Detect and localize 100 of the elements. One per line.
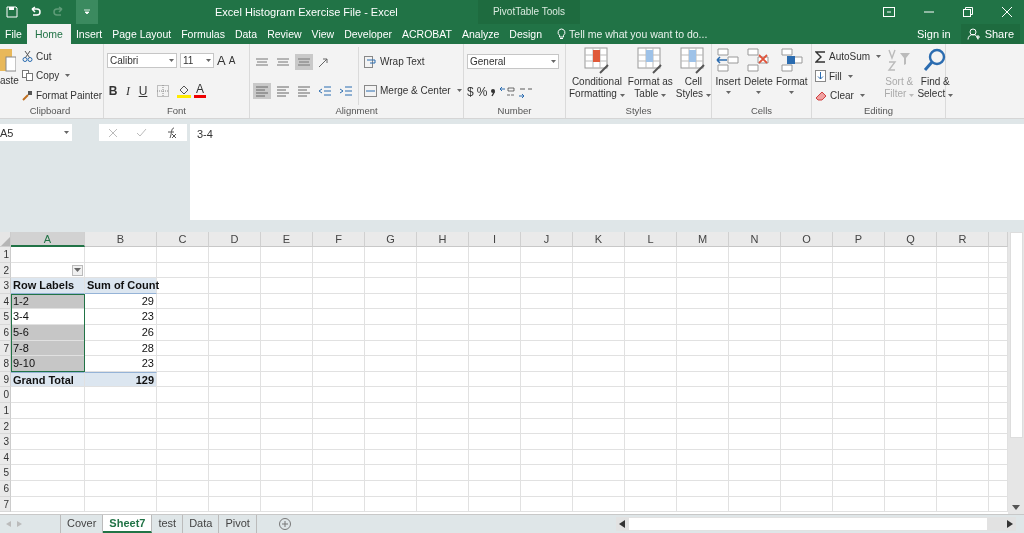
wrap-text-button[interactable]: Wrap Text xyxy=(364,55,462,68)
scroll-right-icon[interactable] xyxy=(1007,520,1013,528)
sheet-tab[interactable]: Sheet7 xyxy=(103,515,153,533)
vertical-scrollbar[interactable] xyxy=(1008,232,1024,514)
sheet-tab[interactable]: Pivot xyxy=(219,515,257,533)
column-header[interactable]: I xyxy=(469,232,521,247)
row-header[interactable]: 7 xyxy=(0,340,11,357)
format-painter-button[interactable]: Format Painter xyxy=(21,89,103,101)
italic-button[interactable]: I xyxy=(122,83,134,99)
underline-button[interactable]: U xyxy=(137,84,149,99)
column-header[interactable]: J xyxy=(521,232,573,247)
column-header[interactable] xyxy=(989,232,1008,247)
sheet-tab[interactable]: Data xyxy=(183,515,220,533)
close-icon[interactable] xyxy=(1002,7,1012,17)
bold-button[interactable]: B xyxy=(107,84,119,99)
checkmark-icon[interactable] xyxy=(136,127,148,138)
styles-button[interactable]: Format as Table xyxy=(627,47,673,105)
currency-button[interactable]: $ xyxy=(467,84,474,99)
column-header[interactable]: D xyxy=(209,232,261,247)
function-icon[interactable] xyxy=(165,126,178,139)
font-family-dropdown[interactable]: Calibri xyxy=(107,53,177,69)
column-header[interactable]: O xyxy=(781,232,833,247)
row-header[interactable]: 8 xyxy=(0,356,11,372)
fill-color-icon[interactable] xyxy=(177,84,191,98)
horizontal-scrollbar[interactable] xyxy=(616,517,1016,531)
cancel-icon[interactable] xyxy=(108,127,119,138)
row-header[interactable]: 4 xyxy=(0,449,11,466)
restore-icon[interactable] xyxy=(963,7,973,17)
column-header[interactable]: E xyxy=(261,232,313,247)
column-header[interactable]: M xyxy=(677,232,729,247)
row-header[interactable]: 5 xyxy=(0,309,11,325)
find-select-button[interactable]: Find & Select xyxy=(917,47,954,105)
copy-button[interactable]: Copy xyxy=(21,70,103,82)
row-header[interactable]: 1 xyxy=(0,402,11,419)
row-header[interactable]: 5 xyxy=(0,465,11,481)
fill-button[interactable]: Fill xyxy=(815,70,882,83)
merge-center-button[interactable]: Merge & Center xyxy=(364,84,462,97)
column-header[interactable]: A xyxy=(11,232,85,247)
row-header[interactable]: 2 xyxy=(0,262,11,279)
cells-button[interactable]: Format xyxy=(775,47,808,105)
ribbon-display-icon[interactable] xyxy=(883,7,895,17)
ribbon-tab[interactable]: Insert xyxy=(70,24,108,44)
cells-button[interactable]: Insert xyxy=(715,47,741,105)
horizontal-align-icon[interactable] xyxy=(253,82,271,99)
add-sheet-icon[interactable] xyxy=(278,518,291,530)
column-header[interactable]: L xyxy=(625,232,677,247)
row-header[interactable]: 4 xyxy=(0,293,11,310)
column-header[interactable]: N xyxy=(729,232,781,247)
increase-font-size-button[interactable]: A xyxy=(217,53,226,69)
clear-button[interactable]: Clear xyxy=(815,90,882,102)
ribbon-tab[interactable]: Developer xyxy=(339,24,397,44)
font-size-dropdown[interactable]: 11 xyxy=(180,53,214,69)
column-header[interactable]: Q xyxy=(885,232,937,247)
ribbon-tab[interactable]: Review xyxy=(262,24,307,44)
undo-icon[interactable] xyxy=(28,6,42,18)
ribbon-tab[interactable]: File xyxy=(0,24,27,44)
styles-button[interactable]: Cell Styles xyxy=(675,47,712,105)
customize-toolbar-button[interactable] xyxy=(76,0,98,24)
row-header[interactable]: 6 xyxy=(0,480,11,497)
redo-icon[interactable] xyxy=(52,6,66,18)
row-header[interactable]: 7 xyxy=(0,496,11,513)
filter-dropdown-button[interactable] xyxy=(72,265,83,276)
ribbon-tab[interactable]: Data xyxy=(229,24,263,44)
decrease-font-size-button[interactable]: A xyxy=(228,55,236,67)
name-box[interactable]: A5 xyxy=(0,124,72,141)
row-header[interactable]: 3 xyxy=(0,278,11,294)
row-header[interactable]: 0 xyxy=(0,387,11,403)
ribbon-tab[interactable]: Page Layout xyxy=(107,24,177,44)
paste-button[interactable]: aste xyxy=(0,47,19,105)
column-header[interactable]: R xyxy=(937,232,989,247)
ribbon-tab[interactable]: ACROBAT xyxy=(397,24,457,44)
column-header[interactable]: H xyxy=(417,232,469,247)
column-header[interactable]: G xyxy=(365,232,417,247)
ribbon-tab[interactable]: Formulas xyxy=(176,24,230,44)
column-header[interactable]: B xyxy=(85,232,157,247)
ribbon-tab[interactable]: View xyxy=(306,24,340,44)
row-header[interactable]: 1 xyxy=(0,247,11,263)
row-header[interactable]: 3 xyxy=(0,434,11,450)
column-header[interactable]: K xyxy=(573,232,625,247)
ribbon-tab[interactable]: Design xyxy=(504,24,548,44)
ribbon-tab[interactable]: Home xyxy=(26,24,71,44)
row-header[interactable]: 2 xyxy=(0,418,11,435)
number-format-dropdown[interactable]: General xyxy=(467,53,559,69)
column-header[interactable]: P xyxy=(833,232,885,247)
autosum-button[interactable]: AutoSum xyxy=(815,50,882,63)
vertical-align-icon[interactable] xyxy=(295,53,313,70)
cells-button[interactable]: Delete xyxy=(744,47,773,105)
column-header[interactable]: F xyxy=(313,232,365,247)
scroll-left-icon[interactable] xyxy=(619,520,625,528)
border-icon[interactable] xyxy=(157,85,169,98)
formula-bar[interactable]: 3-4 xyxy=(190,124,1024,220)
save-icon[interactable] xyxy=(6,6,18,18)
font-color-button[interactable]: A xyxy=(194,84,206,99)
share-button[interactable]: Share xyxy=(960,24,1020,44)
styles-button[interactable]: Conditional Formatting xyxy=(569,47,625,105)
percent-button[interactable]: % xyxy=(476,84,488,99)
cut-button[interactable]: Cut xyxy=(21,51,103,63)
scroll-down-icon[interactable] xyxy=(1012,505,1020,511)
sign-in-link[interactable]: Sign in xyxy=(907,24,961,44)
sheet-tab[interactable]: test xyxy=(152,515,184,533)
